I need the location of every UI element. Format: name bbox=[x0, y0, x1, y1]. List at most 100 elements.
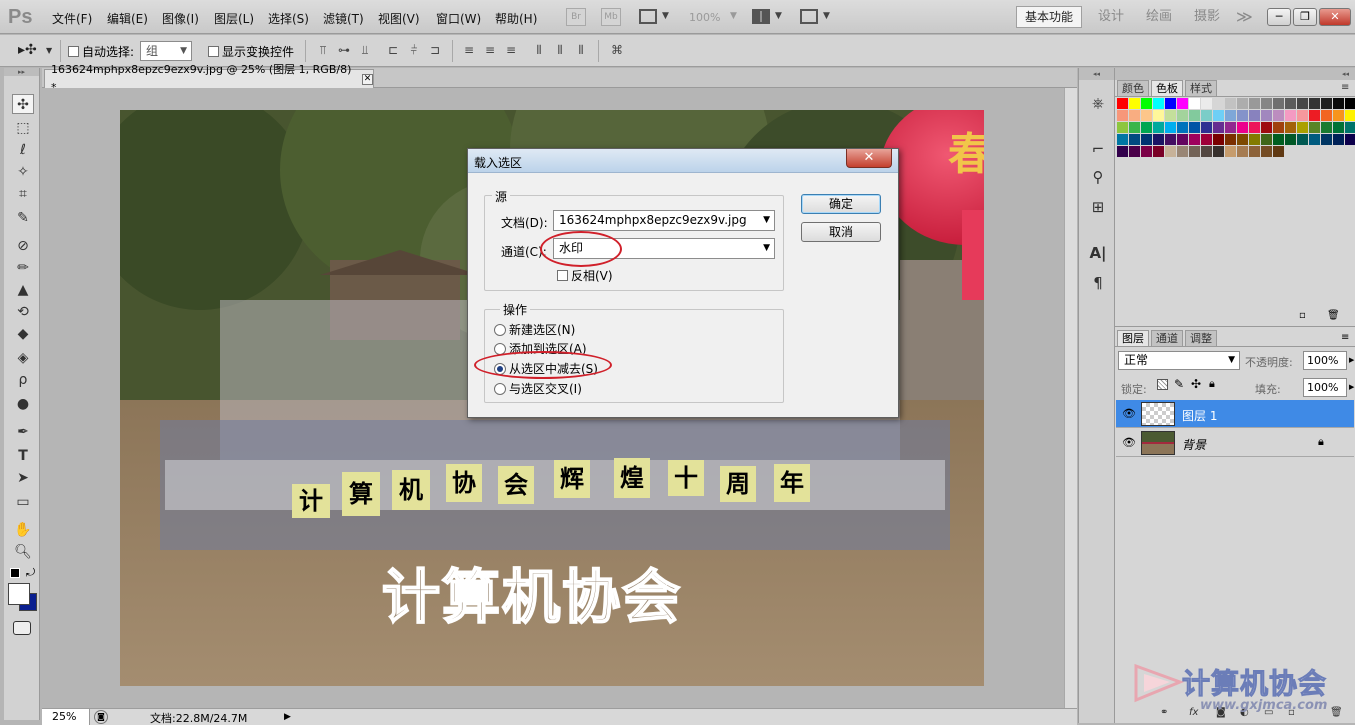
workspace-photography-button[interactable]: 摄影 bbox=[1194, 6, 1220, 28]
tab-layers[interactable]: 图层 bbox=[1117, 330, 1149, 346]
swatch[interactable] bbox=[1249, 110, 1260, 121]
swatch[interactable] bbox=[1213, 134, 1224, 145]
menu-view[interactable]: 视图(V) bbox=[378, 10, 420, 27]
clone-source-icon[interactable]: ⚲ bbox=[1087, 166, 1109, 188]
swatch[interactable] bbox=[1117, 122, 1128, 133]
camera-icon[interactable]: ◙ bbox=[94, 710, 108, 724]
eyedropper-tool-icon[interactable]: ✎ bbox=[12, 208, 34, 228]
swap-colors-icon[interactable]: ⤾ bbox=[26, 566, 35, 580]
move-tool-icon[interactable]: ▸✣ bbox=[18, 42, 37, 58]
swatch[interactable] bbox=[1225, 122, 1236, 133]
swatch[interactable] bbox=[1129, 122, 1140, 133]
swatch[interactable] bbox=[1345, 98, 1355, 109]
link-layers-icon[interactable]: ⚭ bbox=[1160, 707, 1168, 718]
align-top-icon[interactable]: ⫪ bbox=[316, 43, 330, 57]
zoom-field[interactable]: 25% bbox=[42, 709, 90, 725]
panel-menu-icon[interactable]: ≡ bbox=[1341, 82, 1349, 93]
swatch[interactable] bbox=[1273, 122, 1284, 133]
close-window-button[interactable]: ✕ bbox=[1319, 8, 1351, 26]
workspace-painting-button[interactable]: 绘画 bbox=[1146, 6, 1172, 28]
workspace-design-button[interactable]: 设计 bbox=[1098, 6, 1124, 28]
swatch[interactable] bbox=[1249, 146, 1260, 157]
swatch[interactable] bbox=[1177, 98, 1188, 109]
menu-edit[interactable]: 编辑(E) bbox=[107, 10, 148, 27]
swatch[interactable] bbox=[1237, 146, 1248, 157]
arrange-documents-icon[interactable] bbox=[752, 9, 770, 24]
ok-button[interactable]: 确定 bbox=[801, 194, 881, 214]
swatch[interactable] bbox=[1237, 110, 1248, 121]
swatch[interactable] bbox=[1261, 98, 1272, 109]
swatch[interactable] bbox=[1165, 146, 1176, 157]
type-tool-icon[interactable]: T bbox=[12, 446, 34, 466]
opacity-field[interactable]: 100% bbox=[1303, 351, 1347, 370]
operation-new-selection[interactable]: 新建选区(N) bbox=[494, 321, 575, 338]
swatch[interactable] bbox=[1261, 122, 1272, 133]
swatch[interactable] bbox=[1297, 110, 1308, 121]
swatch[interactable] bbox=[1189, 134, 1200, 145]
move-tool-icon[interactable]: ✣ bbox=[12, 94, 34, 114]
zoom-tool-icon[interactable]: 🔍︎ bbox=[12, 542, 34, 562]
swatch[interactable] bbox=[1141, 98, 1152, 109]
swatch[interactable] bbox=[1141, 122, 1152, 133]
distribute-vertical-center-icon[interactable]: ≡ bbox=[483, 43, 497, 57]
cancel-button[interactable]: 取消 bbox=[801, 222, 881, 242]
layer-row-background[interactable]: 👁︎ 背景 🔒︎ bbox=[1116, 429, 1354, 457]
menu-file[interactable]: 文件(F) bbox=[52, 10, 92, 27]
auto-align-layers-icon[interactable]: ⌘ bbox=[610, 43, 624, 57]
tab-styles[interactable]: 样式 bbox=[1185, 80, 1217, 96]
radio-button[interactable] bbox=[494, 382, 506, 395]
swatch[interactable] bbox=[1237, 122, 1248, 133]
distribute-left-icon[interactable]: ⦀ bbox=[532, 43, 546, 57]
layer-row-layer1[interactable]: 👁︎ 图层 1 bbox=[1116, 400, 1354, 428]
menu-filter[interactable]: 滤镜(T) bbox=[323, 10, 364, 27]
hand-tool-icon[interactable]: ✋ bbox=[12, 520, 34, 540]
swatch[interactable] bbox=[1225, 146, 1236, 157]
foreground-color-swatch[interactable] bbox=[8, 583, 30, 605]
brush-presets-icon[interactable]: ⌐ bbox=[1087, 138, 1109, 160]
swatch[interactable] bbox=[1345, 134, 1355, 145]
minimize-button[interactable]: ─ bbox=[1267, 8, 1291, 26]
dialog-close-button[interactable]: ✕ bbox=[846, 149, 892, 168]
close-tab-icon[interactable]: ✕ bbox=[362, 73, 373, 85]
swatch[interactable] bbox=[1321, 134, 1332, 145]
swatch[interactable] bbox=[1117, 98, 1128, 109]
shape-tool-icon[interactable]: ▭ bbox=[12, 492, 34, 512]
document-tab[interactable]: 163624mphpx8epzc9ezx9v.jpg @ 25% (图层 1, … bbox=[44, 63, 374, 94]
swatch[interactable] bbox=[1201, 146, 1212, 157]
swatch[interactable] bbox=[1177, 134, 1188, 145]
align-horizontal-center-icon[interactable]: ⫩ bbox=[407, 43, 421, 57]
restore-button[interactable]: ❐ bbox=[1293, 8, 1317, 26]
history-panel-icon[interactable]: ⎈ bbox=[1087, 92, 1109, 114]
menu-help[interactable]: 帮助(H) bbox=[495, 10, 537, 27]
swatch[interactable] bbox=[1321, 122, 1332, 133]
swatch[interactable] bbox=[1237, 98, 1248, 109]
swatch[interactable] bbox=[1213, 110, 1224, 121]
blur-tool-icon[interactable]: ● bbox=[12, 394, 34, 414]
swatch[interactable] bbox=[1309, 110, 1320, 121]
paint-bucket-tool-icon[interactable]: ◈ bbox=[12, 348, 34, 368]
tool-presets-icon[interactable]: ⊞ bbox=[1087, 196, 1109, 218]
tab-channels[interactable]: 通道 bbox=[1151, 330, 1183, 346]
lock-all-icon[interactable]: 🔒︎ bbox=[1209, 377, 1215, 391]
marquee-tool-icon[interactable]: ⬚ bbox=[12, 118, 34, 138]
swatch[interactable] bbox=[1273, 98, 1284, 109]
radio-button[interactable] bbox=[494, 323, 506, 336]
swatch[interactable] bbox=[1129, 134, 1140, 145]
lock-position-icon[interactable]: ✣ bbox=[1191, 377, 1201, 391]
dock-collapse-icon[interactable]: ◂◂ bbox=[1079, 68, 1114, 80]
panel-collapse-icon[interactable]: ◂◂ bbox=[1115, 68, 1355, 80]
swatch[interactable] bbox=[1117, 134, 1128, 145]
swatch[interactable] bbox=[1213, 98, 1224, 109]
align-bottom-icon[interactable]: ⫫ bbox=[358, 43, 372, 57]
menu-window[interactable]: 窗口(W) bbox=[436, 10, 481, 27]
more-workspaces-icon[interactable]: ≫ bbox=[1236, 6, 1253, 28]
swatch[interactable] bbox=[1177, 146, 1188, 157]
tab-adjustments[interactable]: 调整 bbox=[1185, 330, 1217, 346]
chevron-down-icon[interactable]: ▼ bbox=[46, 46, 52, 55]
swatch[interactable] bbox=[1333, 110, 1344, 121]
auto-select-dropdown[interactable]: 组 ▼ bbox=[140, 41, 192, 61]
distribute-top-icon[interactable]: ≡ bbox=[462, 43, 476, 57]
swatch[interactable] bbox=[1117, 146, 1128, 157]
operation-intersect-selection[interactable]: 与选区交叉(I) bbox=[494, 380, 582, 397]
swatch[interactable] bbox=[1249, 122, 1260, 133]
